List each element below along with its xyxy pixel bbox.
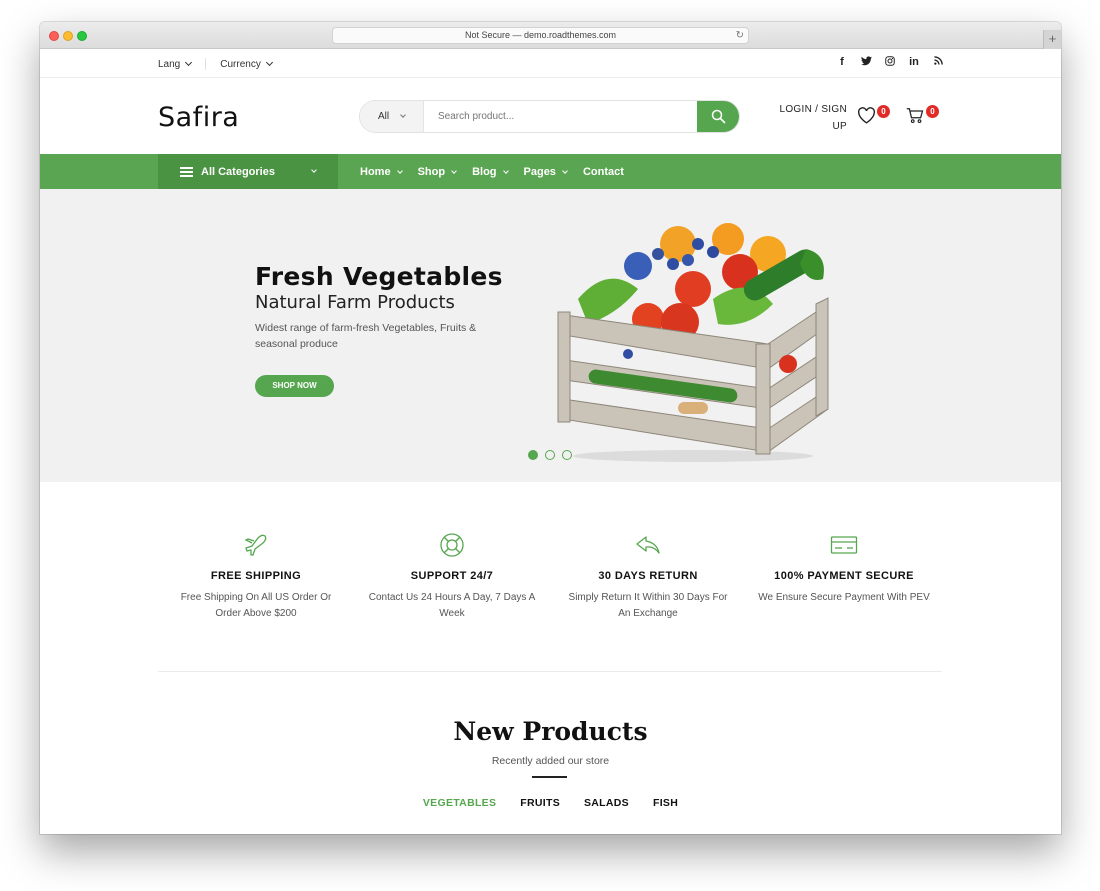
slider-dot-1[interactable]: [528, 450, 538, 460]
nav-item-label: Blog: [472, 165, 497, 178]
chevron-down-icon: [185, 58, 193, 66]
feature-payment: 100% PAYMENT SECURE We Ensure Secure Pay…: [746, 530, 942, 622]
feature-free-shipping: FREE SHIPPING Free Shipping On All US Or…: [158, 530, 354, 622]
login-signup-link[interactable]: LOGIN / SIGN UP: [775, 101, 847, 135]
feature-title: FREE SHIPPING: [210, 570, 302, 582]
social-links: f in: [837, 56, 943, 69]
product-tabs: VEGETABLES FRUITS SALADS FISH: [40, 797, 1061, 809]
all-categories-button[interactable]: All Categories: [158, 154, 338, 189]
rss-icon[interactable]: [933, 56, 943, 69]
hero-description: Widest range of farm-fresh Vegetables, F…: [255, 322, 477, 350]
hamburger-icon: [180, 166, 193, 177]
chevron-down-icon: [311, 167, 317, 173]
minimize-window-button[interactable]: [63, 31, 73, 41]
nav-item-home[interactable]: Home: [360, 165, 403, 178]
chevron-down-icon: [265, 58, 273, 66]
cart-button[interactable]: 0: [906, 105, 939, 129]
feature-title: 100% PAYMENT SECURE: [774, 570, 914, 582]
linkedin-icon[interactable]: in: [909, 56, 919, 69]
tab-fish[interactable]: FISH: [653, 797, 678, 809]
nav-item-label: Home: [360, 165, 391, 178]
wishlist-button[interactable]: 0: [857, 105, 890, 129]
return-arrow-icon: [636, 536, 660, 554]
features-row: FREE SHIPPING Free Shipping On All US Or…: [158, 530, 943, 622]
address-bar[interactable]: Not Secure — demo.roadthemes.com ↻: [332, 27, 749, 44]
chevron-down-icon: [502, 167, 509, 174]
cart-icon: [906, 108, 924, 124]
instagram-icon[interactable]: [885, 56, 895, 69]
account-label-line1: LOGIN / SIGN: [779, 104, 847, 115]
nav-item-pages[interactable]: Pages: [523, 165, 568, 178]
cart-count-badge: 0: [926, 105, 939, 118]
search-icon: [711, 109, 725, 124]
currency-selector[interactable]: Currency: [220, 58, 273, 70]
search-input[interactable]: [424, 101, 697, 132]
tab-fruits[interactable]: FRUITS: [520, 797, 560, 809]
slider-dot-3[interactable]: [562, 450, 572, 460]
hero-slider: Fresh Vegetables Natural Farm Products W…: [40, 189, 1061, 482]
nav-item-label: Pages: [523, 165, 556, 178]
new-tab-button[interactable]: +: [1043, 30, 1061, 49]
site-logo[interactable]: Safira: [158, 102, 239, 133]
tab-vegetables[interactable]: VEGETABLES: [423, 797, 496, 809]
lifebuoy-icon: [440, 533, 464, 557]
account-label-line2: UP: [832, 121, 847, 132]
feature-title: 30 DAYS RETURN: [598, 570, 698, 582]
maximize-window-button[interactable]: [77, 31, 87, 41]
close-window-button[interactable]: [49, 31, 59, 41]
feature-support: SUPPORT 24/7 Contact Us 24 Hours A Day, …: [354, 530, 550, 622]
main-navigation: All Categories Home Shop Blog Pages Cont…: [40, 154, 1061, 189]
chevron-down-icon: [562, 167, 568, 174]
shop-now-button[interactable]: SHOP NOW: [255, 375, 334, 397]
feature-description: Free Shipping On All US Order Or Order A…: [180, 592, 332, 619]
slider-pagination: [528, 450, 572, 460]
search-button[interactable]: [697, 101, 739, 132]
hero-subtitle: Natural Farm Products: [255, 292, 455, 313]
browser-window: Not Secure — demo.roadthemes.com ↻ + Lan…: [40, 22, 1061, 834]
section-divider: [158, 671, 942, 672]
airplane-icon: [244, 534, 267, 556]
facebook-icon[interactable]: f: [837, 56, 847, 69]
wishlist-count-badge: 0: [877, 105, 890, 118]
new-products-title: New Products: [453, 717, 648, 746]
title-underline: [532, 776, 567, 778]
site-header: Safira All LOGIN / SIGN UP 0 0: [40, 78, 1061, 154]
nav-item-label: Shop: [417, 165, 446, 178]
nav-item-shop[interactable]: Shop: [418, 166, 457, 178]
reload-icon[interactable]: ↻: [736, 28, 744, 43]
twitter-icon[interactable]: [861, 56, 872, 69]
language-label: Lang: [158, 58, 181, 70]
address-bar-url: Not Secure — demo.roadthemes.com: [464, 30, 617, 40]
search-bar: All: [359, 100, 740, 133]
heart-icon: [858, 107, 875, 124]
top-bar: Lang Currency f in: [40, 49, 1061, 78]
feature-title: SUPPORT 24/7: [410, 570, 494, 582]
slider-dot-2[interactable]: [545, 450, 555, 460]
chevron-down-icon: [396, 167, 403, 174]
divider: [205, 58, 207, 70]
feature-description: Simply Return It Within 30 Days For An E…: [568, 592, 728, 619]
feature-description: Contact Us 24 Hours A Day, 7 Days A Week: [368, 592, 536, 619]
credit-card-icon: [830, 536, 858, 554]
language-selector[interactable]: Lang: [158, 58, 193, 70]
all-categories-label: All Categories: [201, 165, 275, 178]
hero-title: Fresh Vegetables: [255, 262, 503, 291]
feature-description: We Ensure Secure Payment With PEV: [758, 592, 930, 603]
nav-item-blog[interactable]: Blog: [472, 165, 509, 178]
browser-titlebar: Not Secure — demo.roadthemes.com ↻ +: [40, 22, 1061, 49]
search-category-label: All: [378, 111, 390, 122]
vegetable-crate-image: [557, 223, 829, 462]
nav-item-contact[interactable]: Contact: [583, 166, 624, 178]
feature-return: 30 DAYS RETURN Simply Return It Within 3…: [550, 530, 746, 622]
new-products-subtitle: Recently added our store: [491, 755, 610, 767]
currency-label: Currency: [220, 58, 261, 70]
chevron-down-icon: [400, 111, 406, 118]
search-category-select[interactable]: All: [360, 101, 424, 132]
tab-salads[interactable]: SALADS: [584, 797, 629, 809]
chevron-down-icon: [451, 167, 457, 174]
nav-item-label: Contact: [582, 165, 624, 178]
